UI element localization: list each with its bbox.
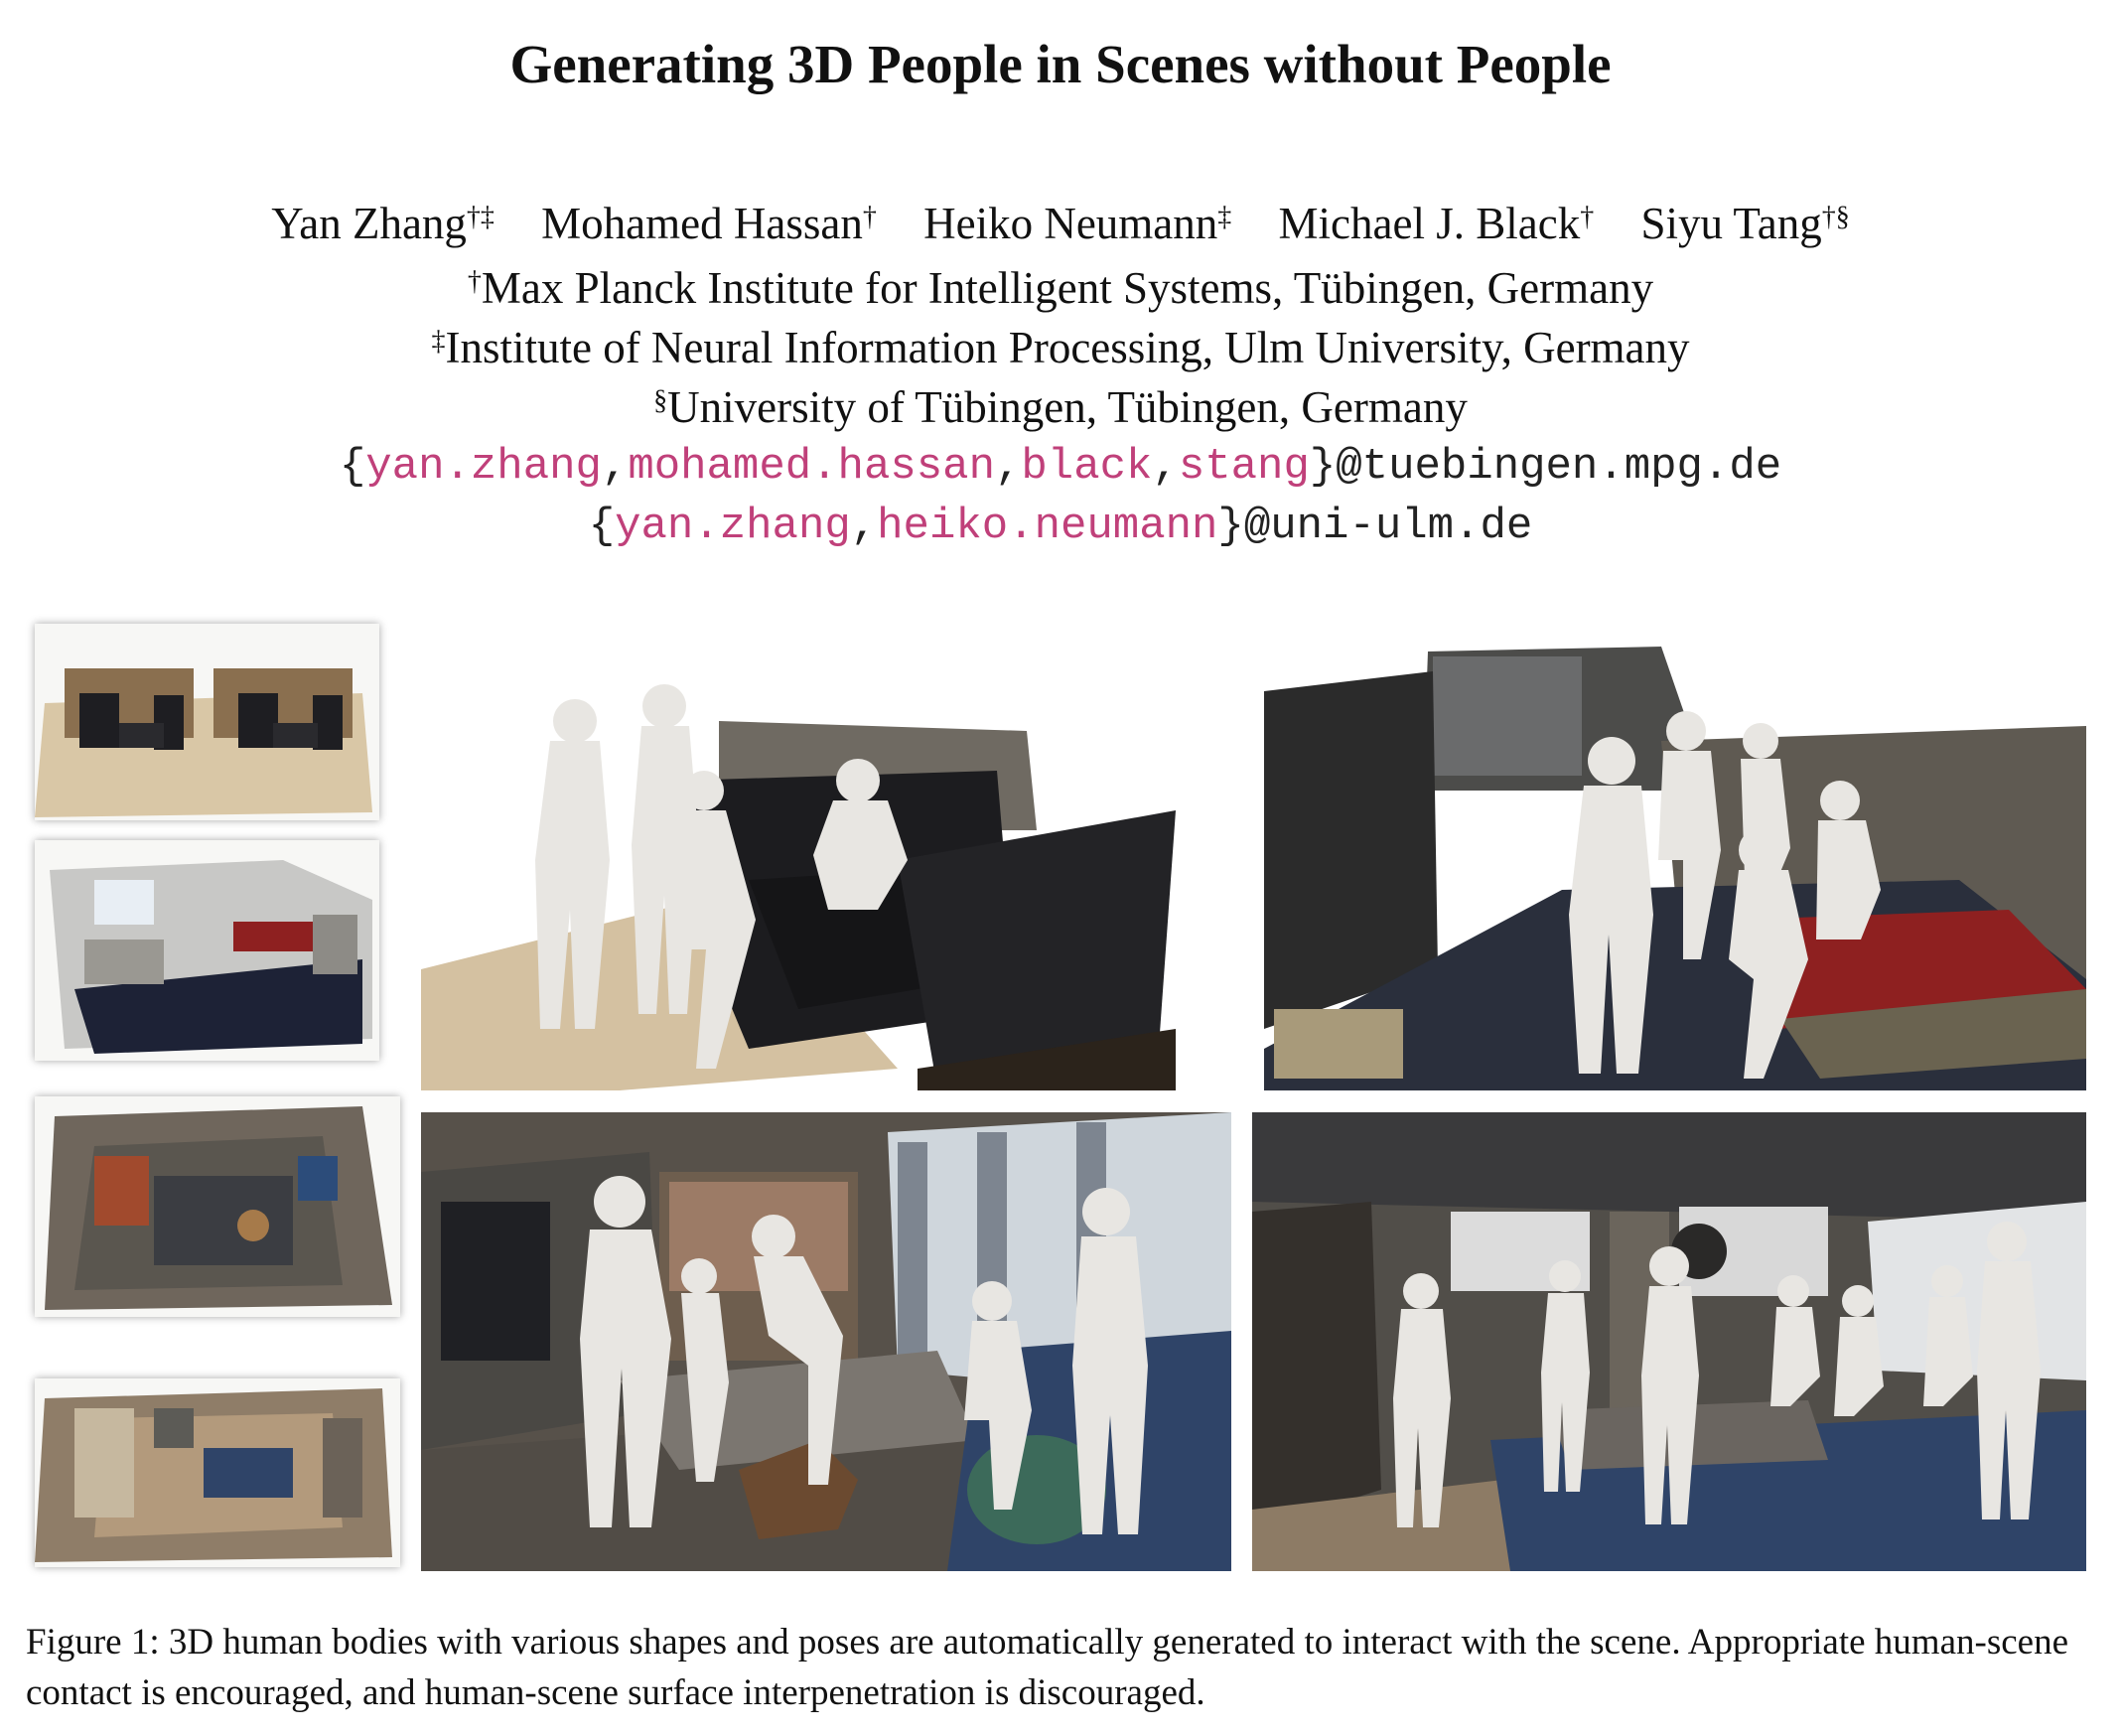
author-name: Mohamed Hassan† <box>541 199 877 248</box>
scene-thumbnail-1 <box>35 624 379 820</box>
email-domain: @uni-ulm.de <box>1243 502 1533 551</box>
email-user[interactable]: stang <box>1179 442 1310 492</box>
scene-render-livingroom-2 <box>1252 1112 2086 1571</box>
author-name: Michael J. Black† <box>1278 199 1595 248</box>
email-domain: @tuebingen.mpg.de <box>1336 442 1782 492</box>
email-line: {yan.zhang,heiko.neumann}@uni-ulm.de <box>588 502 1533 551</box>
scene-thumbnail-4 <box>35 1378 400 1567</box>
author-list: Yan Zhang†‡ Mohamed Hassan† Heiko Neuman… <box>0 194 2121 253</box>
email-user[interactable]: black <box>1021 442 1152 492</box>
affiliation-line: †Max Planck Institute for Intelligent Sy… <box>467 263 1654 313</box>
author-name: Siyu Tang†§ <box>1640 199 1850 248</box>
figure-caption: Figure 1: 3D human bodies with various s… <box>26 1622 2068 1713</box>
paper-title: Generating 3D People in Scenes without P… <box>509 34 1612 94</box>
email-user[interactable]: mohamed.hassan <box>628 442 995 492</box>
email-user[interactable]: heiko.neumann <box>877 502 1217 551</box>
affiliation-line: §University of Tübingen, Tübingen, Germa… <box>653 382 1468 432</box>
scene-thumbnail-2 <box>35 840 379 1061</box>
email-user[interactable]: yan.zhang <box>365 442 602 492</box>
scene-thumbnail-3 <box>35 1096 400 1317</box>
affiliation-line: ‡Institute of Neural Information Process… <box>431 323 1690 372</box>
scene-render-bedroom <box>1264 632 2086 1090</box>
author-name: Yan Zhang†‡ <box>271 199 495 248</box>
author-name: Heiko Neumann‡ <box>923 199 1232 248</box>
email-user[interactable]: yan.zhang <box>615 502 851 551</box>
email-line: {yan.zhang,mohamed.hassan,black,stang}@t… <box>339 442 1782 492</box>
scene-render-booth <box>421 632 1231 1090</box>
scene-render-livingroom-1 <box>421 1112 1231 1571</box>
